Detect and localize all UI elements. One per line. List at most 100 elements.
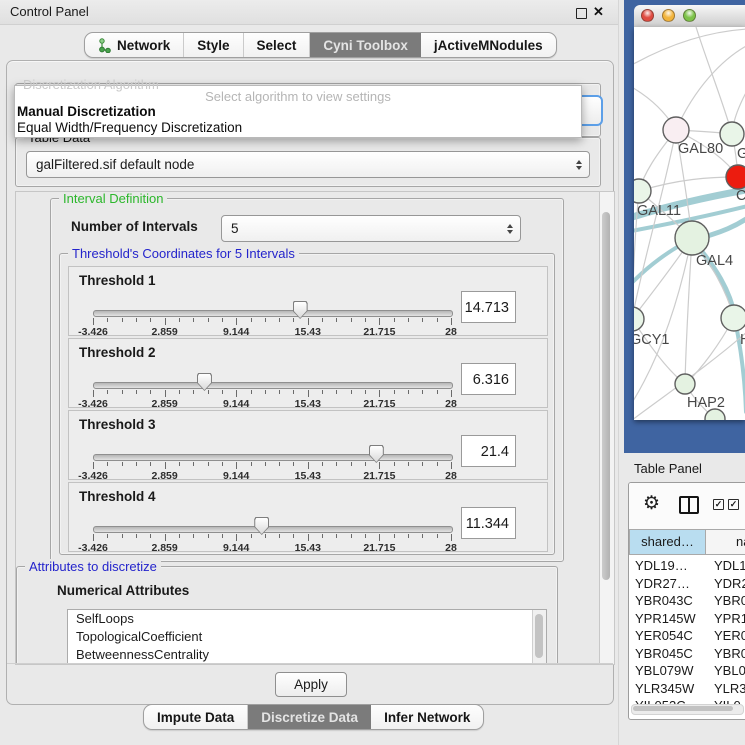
attribute-item[interactable]: SelfLoops [68, 610, 546, 628]
network-node[interactable] [726, 165, 745, 189]
network-canvas[interactable]: GAL80GCGAL11GAL4GCY1HHAP2 [634, 27, 745, 420]
slider-tick [107, 534, 108, 538]
horizontal-scrollbar-thumb[interactable] [633, 706, 733, 711]
attribute-item[interactable]: TopologicalCoefficient [68, 628, 546, 646]
list-scrollbar[interactable] [532, 610, 546, 665]
table-row[interactable]: YBL079WYBL0 [629, 663, 745, 681]
threshold-value-field[interactable]: 21.4 [461, 435, 516, 467]
tick-label: 15.43 [295, 326, 321, 338]
attributes-list[interactable]: SelfLoopsTopologicalCoefficientBetweenne… [67, 609, 547, 665]
algorithm-option[interactable]: Manual Discretization [15, 104, 581, 120]
list-scrollbar-thumb[interactable] [535, 614, 543, 658]
threshold-value-field[interactable]: 6.316 [461, 363, 516, 395]
tick-label: -3.426 [78, 542, 108, 554]
column-header-name[interactable]: name [706, 529, 745, 555]
attributes-group: Attributes to discretize Numerical Attri… [16, 566, 558, 665]
combo-stepper-icon [502, 224, 518, 234]
number-of-intervals-label: Number of Intervals [71, 219, 198, 234]
network-node[interactable] [634, 179, 651, 203]
cell-name: YBR0 [706, 593, 745, 611]
network-node[interactable] [721, 305, 745, 331]
tab-network[interactable]: Network [85, 33, 183, 57]
cell-shared-name: YER054C [629, 628, 706, 646]
tab-select[interactable]: Select [243, 33, 310, 57]
mac-titlebar [634, 5, 745, 28]
apply-row: Apply [7, 663, 613, 704]
tab-jactivemnodules[interactable]: jActiveMNodules [421, 33, 556, 57]
slider-tick [308, 390, 309, 397]
threshold-slider: -3.4262.8599.14415.4321.71528 [85, 295, 459, 333]
slider-tick [365, 462, 366, 466]
threshold-slider: -3.4262.8599.14415.4321.71528 [85, 367, 459, 405]
table-row[interactable]: YPR145WYPR1 [629, 611, 745, 629]
table-row[interactable]: YER054CYER0 [629, 628, 745, 646]
bottom-tab-bar: Impute Data Discretize Data Infer Network [143, 704, 484, 730]
threshold-value-field[interactable]: 14.713 [461, 291, 516, 323]
slider-tick [279, 318, 280, 322]
cell-name: YDR2 [706, 576, 745, 594]
slider-tick [322, 390, 323, 394]
slider-tick [437, 390, 438, 394]
slider-track[interactable] [93, 310, 453, 317]
main-scrollbar-thumb[interactable] [602, 212, 610, 580]
node-label: GAL11 [637, 203, 681, 219]
slider-tick [279, 462, 280, 466]
number-of-intervals-combo[interactable]: 5 [221, 215, 521, 242]
table-row[interactable]: YBR043CYBR0 [629, 593, 745, 611]
tick-label: 28 [445, 542, 457, 554]
slider-tick [122, 534, 123, 538]
table-row[interactable]: YLR345WYLR3 [629, 681, 745, 699]
slider-tick [379, 318, 380, 325]
slider-tick [93, 534, 94, 541]
threshold-value-field[interactable]: 11.344 [461, 507, 516, 539]
gear-icon[interactable]: ⚙ [643, 493, 660, 515]
slider-tick [251, 318, 252, 322]
column-header-shared-name[interactable]: shared… [629, 529, 706, 555]
threshold-label: Threshold 2 [79, 345, 156, 360]
mac-zoom-button[interactable] [683, 9, 696, 22]
split-view-icon[interactable] [679, 496, 699, 514]
tab-label: Select [257, 38, 297, 53]
tick-label: 15.43 [295, 398, 321, 410]
table-row[interactable]: YDL19…YDL1 [629, 558, 745, 576]
main-scrollbar[interactable] [599, 191, 615, 665]
network-node[interactable] [720, 122, 744, 146]
select-columns-checkbox-icon[interactable]: ✓ [728, 499, 739, 510]
slider-track[interactable] [93, 526, 453, 533]
network-node[interactable] [634, 307, 644, 331]
horizontal-scrollbar[interactable] [631, 704, 744, 715]
tab-label: Discretize Data [261, 710, 358, 725]
attribute-item[interactable]: BetweennessCentrality [68, 646, 546, 664]
mac-close-button[interactable] [641, 9, 654, 22]
apply-button[interactable]: Apply [275, 672, 347, 697]
tab-impute-data[interactable]: Impute Data [144, 705, 247, 729]
tab-infer-network[interactable]: Infer Network [371, 705, 483, 729]
table-data-combo[interactable]: galFiltered.sif default node [26, 151, 590, 178]
tick-label: 28 [445, 326, 457, 338]
network-node[interactable] [675, 374, 695, 394]
algorithm-option[interactable]: Equal Width/Frequency Discretization [15, 120, 581, 136]
slider-tick [222, 462, 223, 466]
table-row[interactable]: YBR045CYBR0 [629, 646, 745, 664]
network-node[interactable] [675, 221, 709, 255]
close-icon[interactable]: ✕ [593, 4, 604, 20]
tab-cyni-toolbox[interactable]: Cyni Toolbox [309, 33, 421, 57]
table-data-group: Table Data galFiltered.sif default node [15, 137, 601, 187]
slider-tick [451, 462, 452, 469]
mac-minimize-button[interactable] [662, 9, 675, 22]
select-all-checkbox-icon[interactable]: ✓ [713, 499, 724, 510]
slider-tick [379, 462, 380, 469]
tab-discretize-data[interactable]: Discretize Data [247, 705, 371, 729]
threshold-label: Threshold 4 [79, 489, 156, 504]
slider-track[interactable] [93, 454, 453, 461]
tab-style[interactable]: Style [183, 33, 242, 57]
tick-label: -3.426 [78, 326, 108, 338]
network-node[interactable] [663, 117, 689, 143]
slider-track[interactable] [93, 382, 453, 389]
cell-shared-name: YBR043C [629, 593, 706, 611]
table-row[interactable]: YDR27…YDR2 [629, 576, 745, 594]
node-label: HAP2 [687, 395, 725, 411]
float-window-icon[interactable] [576, 8, 587, 19]
slider-tick [136, 318, 137, 322]
slider-tick [150, 318, 151, 322]
